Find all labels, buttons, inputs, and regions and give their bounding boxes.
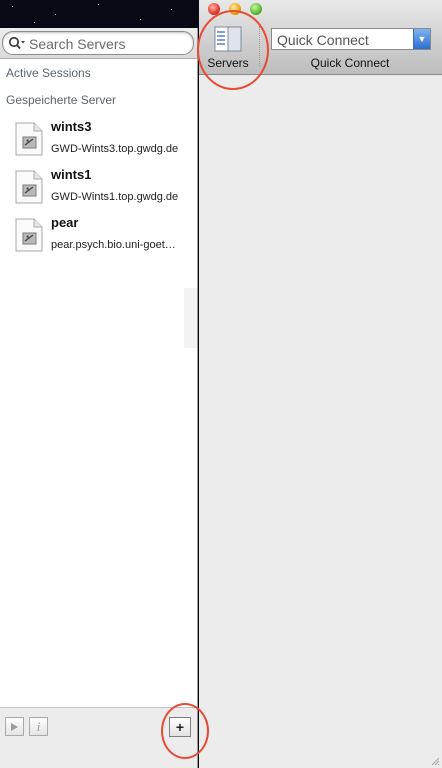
servers-toolbar-button[interactable]: Servers [199, 22, 257, 72]
connect-button[interactable] [5, 717, 24, 736]
star [55, 14, 56, 15]
drawer-search-bar [0, 28, 197, 59]
info-button[interactable]: i [29, 717, 48, 736]
info-icon: i [36, 718, 41, 734]
plus-icon: + [175, 719, 185, 735]
servers-drawer: Active Sessions Gespeicherte Server wint… [0, 28, 198, 768]
main-window: Servers ▼ Quick Connect [199, 0, 442, 768]
search-field[interactable] [2, 31, 194, 55]
quick-connect-combo[interactable]: ▼ [271, 28, 431, 50]
minimize-button[interactable] [229, 3, 241, 15]
toolbar: Servers ▼ Quick Connect [199, 0, 442, 75]
server-host: pear.psych.bio.uni-goet… [51, 239, 176, 251]
server-host: GWD-Wints1.top.gwdg.de [51, 191, 179, 203]
server-name: wints3 [51, 119, 92, 134]
add-server-button[interactable]: + [169, 717, 191, 737]
zoom-button[interactable] [250, 3, 262, 15]
star [12, 6, 13, 7]
document-server-icon [15, 170, 43, 204]
list-scroll-area [184, 288, 197, 348]
quick-connect-input[interactable] [275, 30, 414, 49]
play-icon [11, 722, 18, 731]
resize-grip-icon[interactable] [430, 756, 440, 766]
search-input[interactable] [27, 34, 191, 53]
active-sessions-heading: Active Sessions [6, 66, 91, 80]
drawer-footer: i + [0, 707, 197, 768]
toolbar-separator [259, 26, 261, 66]
server-name: pear [51, 215, 79, 230]
search-icon[interactable] [8, 36, 26, 50]
star [171, 9, 172, 10]
server-host: GWD-Wints3.top.gwdg.de [51, 143, 179, 155]
sessions-area [199, 75, 442, 768]
server-item-wints1[interactable]: wints1 GWD-Wints1.top.gwdg.de [0, 166, 197, 212]
chevron-down-icon[interactable]: ▼ [413, 29, 430, 49]
star [98, 4, 99, 5]
document-server-icon [15, 218, 43, 252]
star [140, 19, 141, 20]
server-item-pear[interactable]: pear pear.psych.bio.uni-goet… [0, 214, 197, 260]
server-item-wints3[interactable]: wints3 GWD-Wints3.top.gwdg.de [0, 118, 197, 164]
quick-connect-label: Quick Connect [310, 56, 390, 70]
star [34, 22, 35, 23]
drawer-icon [214, 26, 242, 52]
server-name: wints1 [51, 167, 92, 182]
servers-label: Servers [207, 56, 249, 70]
saved-servers-heading: Gespeicherte Server [6, 93, 117, 107]
document-server-icon [15, 122, 43, 156]
close-button[interactable] [208, 3, 220, 15]
